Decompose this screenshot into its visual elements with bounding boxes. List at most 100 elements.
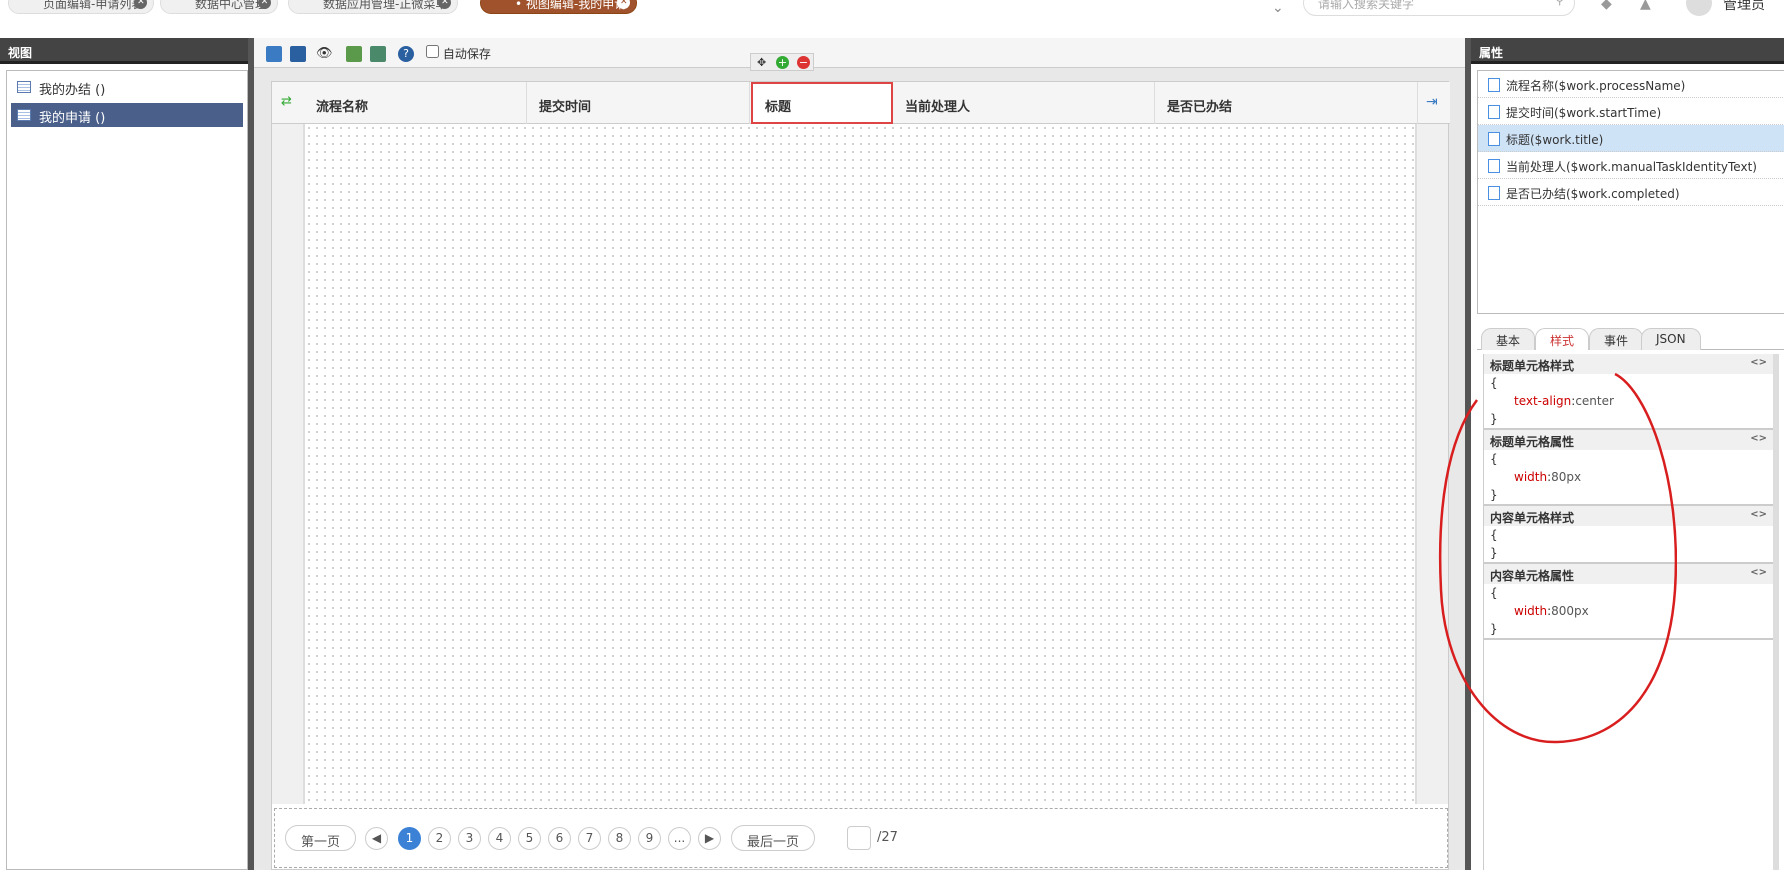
section-title: 标题单元格样式 <>: [1484, 354, 1773, 374]
search-input[interactable]: 请输入搜索关键字 ⚲: [1303, 0, 1575, 16]
page-number[interactable]: 5: [518, 827, 541, 850]
css-prop: text-align: [1514, 394, 1572, 408]
css-value: 80px: [1551, 470, 1582, 484]
preview-icon[interactable]: 👁: [316, 46, 333, 62]
close-icon[interactable]: ✕: [134, 0, 148, 9]
user-name[interactable]: 管理员: [1723, 0, 1765, 14]
tab-page-edit[interactable]: 页面编辑-申请列表 ✕: [8, 0, 155, 14]
page-jump-input[interactable]: [847, 826, 871, 850]
header-cell-style-section: 标题单元格样式 <> { text-align:center }: [1484, 354, 1773, 430]
style-editor: 标题单元格样式 <> { text-align:center } 标题单元格属性 <…: [1483, 354, 1779, 870]
close-icon[interactable]: ✕: [438, 0, 452, 9]
section-title: 内容单元格属性 <>: [1484, 564, 1773, 584]
help-icon[interactable]: ?: [398, 46, 414, 62]
column-item-label: 标题($work.title): [1506, 133, 1604, 147]
refresh-icon[interactable]: ⇄: [281, 94, 292, 109]
autosave-checkbox[interactable]: [426, 45, 439, 58]
last-page-button[interactable]: 最后一页: [731, 825, 816, 851]
import-icon[interactable]: [346, 46, 362, 62]
brace-close: }: [1490, 546, 1498, 560]
search-icon[interactable]: ⚲: [1555, 0, 1564, 7]
code-toggle-icon[interactable]: <>: [1750, 433, 1767, 444]
close-icon[interactable]: ✕: [617, 0, 631, 9]
view-item-my-apply[interactable]: 我的申请 (): [11, 103, 243, 127]
cell-tools: ✥ + −: [750, 53, 814, 71]
header-cell-title[interactable]: 标题: [751, 82, 893, 124]
remove-icon[interactable]: −: [797, 56, 810, 69]
autosave-toggle[interactable]: 自动保存: [426, 45, 491, 62]
section-title-text: 内容单元格属性: [1490, 569, 1575, 583]
tab-label: • 视图编辑-我的申请: [515, 0, 627, 11]
header-cell-handler[interactable]: 当前处理人: [893, 82, 1155, 124]
page-number[interactable]: 3: [458, 827, 481, 850]
css-value: center: [1575, 394, 1614, 408]
view-item-label: 我的办结 (): [39, 83, 106, 98]
autosave-label: 自动保存: [442, 47, 491, 61]
tab-view-edit[interactable]: • 视图编辑-我的申请 ✕: [480, 0, 638, 14]
page-number[interactable]: 8: [608, 827, 631, 850]
property-panel-title: 属性: [1471, 38, 1784, 64]
design-area: 👁 ? 自动保存 ✥ + − ⇄ 流程名称 提交时间 标题 当前处理人 是否已办…: [254, 38, 1465, 870]
next-page-icon[interactable]: ▶: [698, 827, 721, 850]
home-icon[interactable]: ▲: [1640, 0, 1651, 12]
export-column-icon[interactable]: ⇥: [1426, 94, 1438, 110]
add-icon[interactable]: +: [776, 56, 789, 69]
column-icon: [1488, 186, 1500, 200]
pager: 第一页 ◀ 1 2 3 4 5 6 7 8 9 ... ▶ 最后一页 /27: [274, 808, 1448, 868]
tab-json[interactable]: JSON: [1641, 328, 1701, 350]
column-item-label: 是否已办结($work.completed): [1506, 187, 1680, 201]
view-item-label: 我的申请 (): [39, 111, 106, 126]
tab-basic[interactable]: 基本: [1481, 328, 1536, 350]
first-page-button[interactable]: 第一页: [285, 825, 357, 851]
save-as-icon[interactable]: [290, 46, 306, 62]
table-designer: ⇄ 流程名称 提交时间 标题 当前处理人 是否已办结 ⇥ 第一页 ◀ 1 2 3…: [271, 81, 1450, 870]
prev-page-icon[interactable]: ◀: [365, 827, 388, 850]
tab-style[interactable]: 样式: [1535, 328, 1590, 350]
bell-icon[interactable]: ◆: [1601, 0, 1612, 12]
avatar[interactable]: [1686, 0, 1712, 16]
css-rule[interactable]: width:800px: [1484, 602, 1773, 620]
section-title-text: 标题单元格样式: [1490, 359, 1575, 373]
content-grid[interactable]: [304, 124, 1416, 804]
css-rule[interactable]: text-align:center: [1484, 392, 1773, 410]
page-number[interactable]: 4: [488, 827, 511, 850]
column-item[interactable]: 提交时间($work.startTime): [1478, 98, 1784, 125]
code-toggle-icon[interactable]: <>: [1750, 567, 1767, 578]
property-panel: 属性 流程名称($work.processName) 提交时间($work.st…: [1465, 38, 1784, 870]
close-icon[interactable]: ✕: [258, 0, 272, 9]
section-title-text: 内容单元格样式: [1490, 511, 1575, 525]
chevron-down-icon[interactable]: ⌄: [1272, 0, 1284, 16]
section-title: 标题单元格属性 <>: [1484, 430, 1773, 450]
header-cell-attr-section: 标题单元格属性 <> { width:80px }: [1484, 430, 1773, 506]
export-icon[interactable]: [370, 46, 386, 62]
save-icon[interactable]: [266, 46, 282, 62]
code-toggle-icon[interactable]: <>: [1750, 509, 1767, 520]
header-cell-start-time[interactable]: 提交时间: [527, 82, 750, 124]
column-item[interactable]: 流程名称($work.processName): [1478, 71, 1784, 98]
table-icon: [17, 109, 31, 121]
search-placeholder: 请输入搜索关键字: [1318, 0, 1415, 11]
tab-data-center[interactable]: 数据中心管理 ✕: [160, 0, 279, 14]
right-column: [1416, 82, 1448, 804]
view-item-done[interactable]: 我的办结 (): [11, 75, 243, 99]
page-number[interactable]: 2: [428, 827, 451, 850]
tab-event[interactable]: 事件: [1589, 328, 1644, 350]
column-icon: [1488, 78, 1500, 92]
column-item[interactable]: 是否已办结($work.completed): [1478, 179, 1784, 206]
page-number[interactable]: 1: [398, 827, 421, 850]
content-cell-style-section: 内容单元格样式 <> { }: [1484, 506, 1773, 564]
page-number[interactable]: 6: [548, 827, 571, 850]
column-item[interactable]: 当前处理人($work.manualTaskIdentityText): [1478, 152, 1784, 179]
header-cell-completed[interactable]: 是否已办结: [1155, 82, 1418, 124]
tab-data-app[interactable]: 数据应用管理-正微菜单 ✕: [288, 0, 459, 14]
header-cell-process-name[interactable]: 流程名称: [304, 82, 527, 124]
column-item-label: 当前处理人($work.manualTaskIdentityText): [1506, 160, 1757, 174]
page-ellipsis[interactable]: ...: [668, 827, 691, 850]
column-item-selected[interactable]: 标题($work.title): [1478, 125, 1784, 152]
page-number[interactable]: 9: [638, 827, 661, 850]
css-rule[interactable]: width:80px: [1484, 468, 1773, 486]
move-icon[interactable]: ✥: [757, 56, 766, 69]
column-icon: [1488, 132, 1500, 146]
code-toggle-icon[interactable]: <>: [1750, 357, 1767, 368]
page-number[interactable]: 7: [578, 827, 601, 850]
